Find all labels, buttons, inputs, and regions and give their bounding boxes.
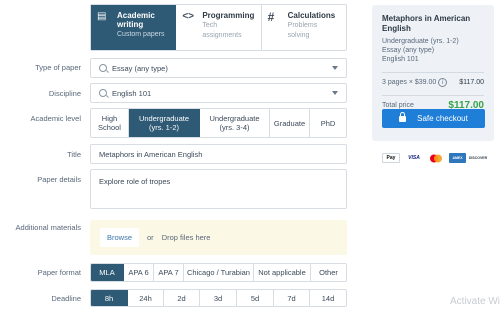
drop-files-text: Drop files here (161, 233, 211, 242)
visa-icon: VISA (405, 153, 423, 163)
summary-type: Essay (any type) (382, 47, 435, 54)
deadline-label: Deadline (51, 294, 81, 303)
format-option-mla[interactable]: MLA (91, 264, 124, 281)
tab-title-line2: writing (117, 20, 144, 29)
level-line2: (yrs. 1-2) (148, 123, 179, 132)
summary-level: Undergraduate (yrs. 1-2) (382, 38, 459, 45)
academic-level-label: Academic level (30, 114, 81, 123)
tab-subtitle-line2: assignments (202, 32, 242, 39)
title-value: Metaphors in American English (99, 149, 203, 159)
search-icon (99, 89, 107, 97)
level-line1: Undergraduate (138, 114, 190, 123)
discipline-select[interactable]: English 101 (90, 83, 347, 103)
code-icon: <> (182, 11, 195, 22)
chevron-down-icon (332, 91, 338, 95)
discipline-label: Discipline (48, 89, 81, 98)
tab-programming[interactable]: <> Programming Tech assignments (176, 5, 262, 50)
tab-academic-writing[interactable]: ▤ Academic writing Custom papers (91, 5, 177, 50)
mastercard-icon (428, 153, 444, 163)
format-option-chicago[interactable]: Chicago / Turabian (184, 264, 254, 281)
summary-discipline: English 101 (382, 56, 419, 63)
paper-type-tabs: ▤ Academic writing Custom papers <> Prog… (90, 4, 347, 51)
file-upload-zone[interactable]: Browse or Drop files here (90, 220, 347, 255)
upload-or-text: or (147, 233, 154, 242)
level-option-graduate[interactable]: Graduate (270, 109, 310, 137)
level-line2: School (98, 123, 121, 132)
pages-price: $117.00 (459, 79, 484, 86)
tab-title: Academic (117, 11, 155, 20)
tab-subtitle-line2: solving (287, 32, 310, 39)
visa-text: VISA (408, 155, 420, 161)
lock-icon (399, 111, 407, 122)
pages-label: 3 pages × $39.00 (382, 79, 437, 86)
level-line1: Undergraduate (209, 114, 260, 123)
title-label: Title (67, 150, 81, 159)
hash-icon: # (267, 10, 275, 24)
tab-subtitle: Custom papers (117, 31, 165, 38)
checkout-label: Safe checkout (417, 114, 468, 123)
chevron-down-icon (332, 66, 338, 70)
level-line1: Graduate (273, 118, 306, 128)
additional-materials-label: Additional materials (15, 223, 81, 232)
format-option-apa7[interactable]: APA 7 (154, 264, 184, 281)
paper-details-value: Explore role of tropes (99, 177, 171, 186)
title-input[interactable]: Metaphors in American English (90, 144, 347, 164)
tab-subtitle: Tech (202, 22, 218, 29)
discover-icon: DISCOVER (469, 153, 487, 163)
deadline-option-2d[interactable]: 2d (164, 290, 200, 306)
format-option-other[interactable]: Other (311, 264, 346, 281)
tab-calculations[interactable]: # Calculations Problems solving (262, 5, 346, 50)
apple-pay-text: Pay (386, 155, 396, 161)
deadline-group: 8h 24h 2d 3d 5d 7d 14d (90, 289, 347, 307)
amex-icon: AMEX (449, 153, 466, 163)
type-of-paper-select[interactable]: Essay (any type) (90, 58, 347, 78)
activate-windows-watermark: Activate Wi (450, 296, 500, 307)
discover-text: DISCOVER (468, 156, 488, 160)
level-line1: PhD (320, 118, 336, 128)
deadline-option-8h[interactable]: 8h (91, 290, 128, 306)
summary-title: Metaphors in American English (382, 14, 471, 33)
deadline-option-14d[interactable]: 14d (310, 290, 346, 306)
info-icon[interactable]: i (438, 78, 448, 87)
tab-title: Calculations (287, 11, 336, 20)
browse-button[interactable]: Browse (100, 228, 140, 247)
paper-details-label: Paper details (37, 175, 81, 184)
deadline-option-24h[interactable]: 24h (128, 290, 164, 306)
total-label: Total price (382, 102, 414, 109)
summary-divider (382, 95, 484, 96)
apple-pay-icon: Pay (382, 153, 400, 163)
level-option-phd[interactable]: PhD (310, 109, 346, 137)
level-option-undergrad-1-2[interactable]: Undergraduate (yrs. 1-2) (129, 109, 200, 137)
format-option-apa6[interactable]: APA 6 (124, 264, 154, 281)
academic-level-group: High School Undergraduate (yrs. 1-2) Under… (90, 108, 347, 138)
paper-format-group: MLA APA 6 APA 7 Chicago / Turabian Not a… (90, 263, 347, 282)
summary-pages-row: 3 pages × $39.00 i $117.00 (382, 78, 484, 87)
level-option-undergrad-3-4[interactable]: Undergraduate (yrs. 3-4) (200, 109, 270, 137)
level-line2: (yrs. 3-4) (219, 123, 250, 132)
type-of-paper-label: Type of paper (35, 63, 81, 72)
deadline-option-5d[interactable]: 5d (237, 290, 274, 306)
document-icon: ▤ (97, 11, 107, 22)
type-of-paper-value: Essay (any type) (112, 63, 168, 73)
order-summary-card: Metaphors in American English Undergradu… (372, 5, 494, 141)
search-icon (99, 64, 107, 72)
level-line1: High (101, 114, 118, 123)
safe-checkout-button[interactable]: Safe checkout (382, 109, 485, 128)
tab-title: Programming (202, 11, 255, 20)
tab-subtitle: Problems (287, 22, 318, 29)
format-option-not-applicable[interactable]: Not applicable (254, 264, 311, 281)
paper-format-label: Paper format (37, 268, 81, 277)
summary-divider (382, 72, 484, 73)
paper-details-textarea[interactable]: Explore role of tropes (90, 169, 347, 209)
level-option-high-school[interactable]: High School (91, 109, 129, 137)
amex-text: AMEX (452, 156, 463, 160)
discipline-value: English 101 (112, 88, 152, 98)
deadline-option-7d[interactable]: 7d (274, 290, 310, 306)
deadline-option-3d[interactable]: 3d (200, 290, 237, 306)
